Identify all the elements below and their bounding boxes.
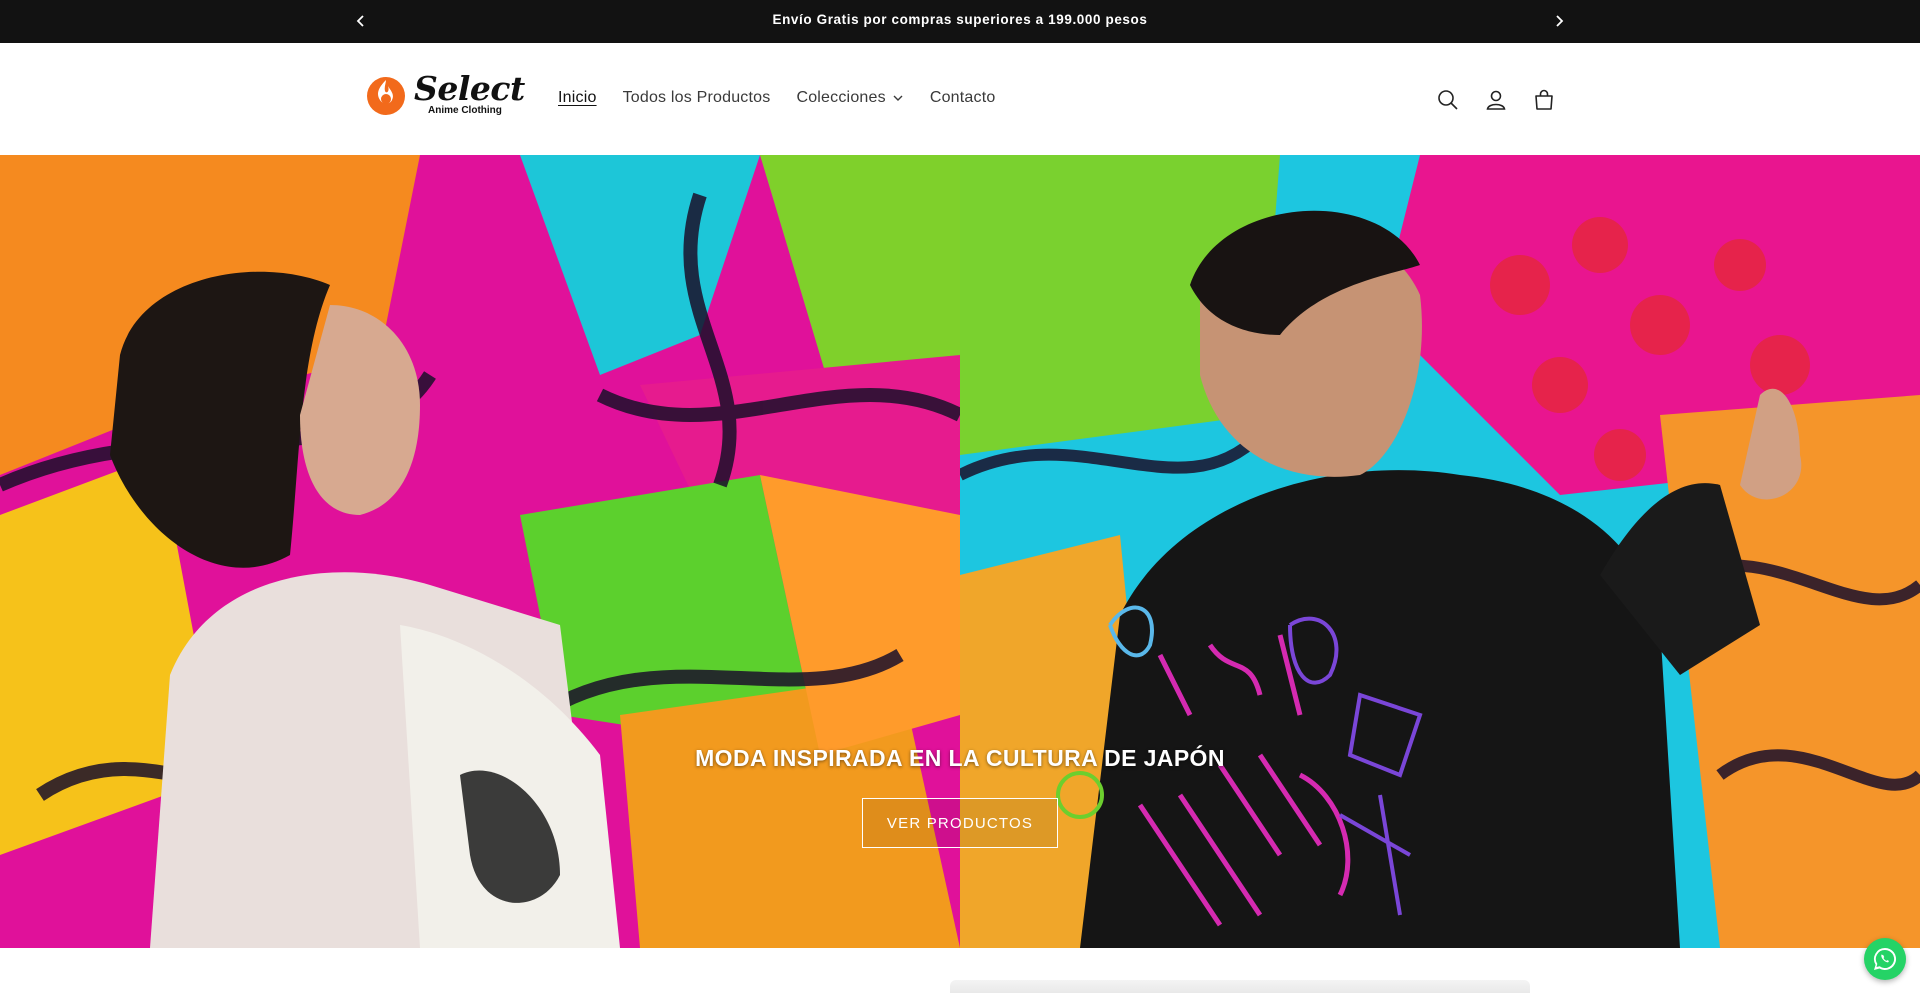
chevron-right-icon	[1556, 15, 1564, 27]
nav-item-colecciones[interactable]: Colecciones	[796, 89, 903, 107]
nav-item-inicio[interactable]: Inicio	[558, 89, 597, 107]
flame-logo-icon	[367, 77, 405, 115]
announcement-message: Envío Gratis por compras superiores a 19…	[772, 12, 1148, 27]
cart-icon	[1535, 89, 1553, 110]
header-icons	[1432, 84, 1576, 116]
account-icon	[1486, 90, 1506, 110]
search-button[interactable]	[1432, 84, 1464, 116]
logo[interactable]: Select Anime Clothing	[364, 69, 525, 119]
logo-tagline: Anime Clothing	[428, 105, 502, 116]
hero-banner: MODA INSPIRADA EN LA CULTURA DE JAPÓN VE…	[0, 155, 1920, 948]
nav-item-contacto[interactable]: Contacto	[930, 89, 996, 107]
whatsapp-icon	[1874, 947, 1897, 970]
announcement-bar: Envío Gratis por compras superiores a 19…	[0, 0, 1920, 43]
hero-image-right	[960, 155, 1920, 948]
hero-title: MODA INSPIRADA EN LA CULTURA DE JAPÓN	[695, 745, 1225, 771]
whatsapp-button[interactable]	[1864, 938, 1906, 980]
search-icon	[1438, 90, 1458, 110]
nav-label: Contacto	[929, 89, 996, 106]
nav-label: Todos los Productos	[622, 89, 771, 106]
nav-item-todos-los-productos[interactable]: Todos los Productos	[623, 89, 771, 107]
nav-label: Inicio	[558, 89, 597, 106]
nav-label: Colecciones	[796, 89, 886, 106]
cart-button[interactable]	[1528, 84, 1560, 116]
account-button[interactable]	[1480, 84, 1512, 116]
announcement-next-button[interactable]	[1546, 8, 1572, 34]
logo-wordmark: Select	[414, 69, 525, 108]
content-below	[0, 948, 1920, 993]
next-section-edge	[950, 980, 1530, 993]
hero-image-left	[0, 155, 960, 948]
chevron-down-icon	[893, 95, 903, 101]
view-products-button[interactable]: VER PRODUCTOS	[862, 798, 1058, 848]
site-header: Select Anime Clothing Inicio Todos los P…	[0, 43, 1920, 155]
main-nav: Inicio Todos los Productos Colecciones C…	[558, 89, 1021, 107]
